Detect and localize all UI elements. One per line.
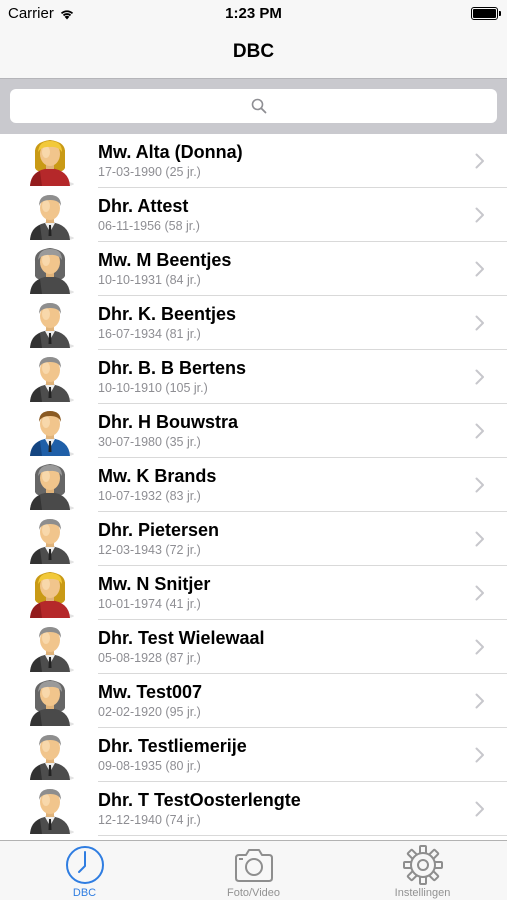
patient-name: Mw. M Beentjes — [98, 250, 232, 270]
chevron-right-icon — [475, 585, 484, 601]
tab-dbc[interactable]: DBC — [0, 841, 169, 900]
clock-icon — [64, 845, 106, 885]
patient-birthdate: 12-03-1943 (72 jr.) — [98, 543, 201, 557]
list-item[interactable]: Dhr. H Bouwstra 30-07-1980 (35 jr.) — [0, 404, 507, 458]
chevron-right-icon — [475, 693, 484, 709]
patient-name: Dhr. Attest — [98, 196, 189, 216]
patient-name: Dhr. H Bouwstra — [98, 412, 239, 432]
patient-birthdate: 10-10-1931 (84 jr.) — [98, 273, 201, 287]
female-grey-hair-avatar-icon — [24, 242, 76, 295]
male-brown-hair-avatar-icon — [24, 404, 76, 457]
chevron-right-icon — [475, 531, 484, 547]
chevron-right-icon — [475, 423, 484, 439]
list-item[interactable]: Mw. Test007 02-02-1920 (95 jr.) — [0, 674, 507, 728]
list-item-text: Mw. Alta (Donna) 17-03-1990 (25 jr.) — [98, 134, 507, 188]
patient-birthdate: 06-11-1956 (58 jr.) — [98, 219, 200, 233]
patient-birthdate: 10-10-1910 (105 jr.) — [98, 381, 208, 395]
female-blonde-avatar-icon — [24, 566, 76, 619]
search-bar — [0, 78, 507, 134]
search-input[interactable] — [10, 89, 497, 123]
male-grey-hair-avatar-icon — [24, 620, 76, 673]
patient-birthdate: 10-01-1974 (41 jr.) — [98, 597, 201, 611]
tab-label: DBC — [72, 887, 97, 899]
list-item-text: Dhr. T TestOosterlengte 12-12-1940 (74 jr… — [98, 782, 507, 836]
chevron-right-icon — [475, 369, 484, 385]
tab-label: Foto/Video — [226, 887, 280, 899]
patient-birthdate: 30-07-1980 (35 jr.) — [98, 435, 201, 449]
list-item-text: Mw. N Snitjer 10-01-1974 (41 jr.) — [98, 566, 507, 620]
list-item[interactable]: Dhr. Pietersen 12-03-1943 (72 jr.) — [0, 512, 507, 566]
patient-name: Mw. K Brands — [98, 466, 217, 486]
chevron-right-icon — [475, 153, 484, 169]
battery-icon — [471, 7, 501, 20]
chevron-right-icon — [475, 639, 484, 655]
patient-birthdate: 09-08-1935 (80 jr.) — [98, 759, 201, 773]
patient-birthdate: 12-12-1940 (74 jr.) — [98, 813, 201, 827]
patient-birthdate: 16-07-1934 (81 jr.) — [98, 327, 201, 341]
search-icon — [251, 98, 267, 114]
tab-instellingen[interactable]: Instellingen — [338, 841, 507, 900]
tab-label: Instellingen — [394, 887, 451, 899]
list-item-text: Dhr. Attest 06-11-1956 (58 jr.) — [98, 188, 507, 242]
list-item-text: Dhr. B. B Bertens 10-10-1910 (105 jr.) — [98, 350, 507, 404]
list-item-text: Dhr. H Bouwstra 30-07-1980 (35 jr.) — [98, 404, 507, 458]
male-grey-hair-avatar-icon — [24, 728, 76, 781]
male-grey-hair-avatar-icon — [24, 296, 76, 349]
camera-icon — [233, 845, 275, 885]
patient-name: Dhr. Pietersen — [98, 520, 220, 540]
female-grey-hair-avatar-icon — [24, 674, 76, 727]
patient-birthdate: 10-07-1932 (83 jr.) — [98, 489, 201, 503]
male-grey-hair-avatar-icon — [24, 350, 76, 403]
chevron-right-icon — [475, 477, 484, 493]
female-grey-hair-avatar-icon — [24, 458, 76, 511]
chevron-right-icon — [475, 261, 484, 277]
list-item[interactable]: Dhr. T TestOosterlengte 12-12-1940 (74 jr… — [0, 782, 507, 836]
patient-birthdate: 17-03-1990 (25 jr.) — [98, 165, 201, 179]
list-item-text: Dhr. Testliemerije 09-08-1935 (80 jr.) — [98, 728, 507, 782]
tab-bar: DBC Foto/Video Instellingen — [0, 840, 507, 900]
list-item-text: Dhr. K. Beentjes 16-07-1934 (81 jr.) — [98, 296, 507, 350]
patient-list[interactable]: Mw. Alta (Donna) 17-03-1990 (25 jr.) Dhr.… — [0, 134, 507, 840]
patient-name: Mw. Test007 — [98, 682, 203, 702]
list-item-text: Dhr. Pietersen 12-03-1943 (72 jr.) — [98, 512, 507, 566]
navigation-bar: DBC — [0, 28, 507, 78]
chevron-right-icon — [475, 207, 484, 223]
patient-name: Dhr. B. B Bertens — [98, 358, 247, 378]
patient-name: Dhr. K. Beentjes — [98, 304, 237, 324]
status-bar: Carrier 1:23 PM — [0, 0, 507, 28]
list-item-text: Mw. Test007 02-02-1920 (95 jr.) — [98, 674, 507, 728]
chevron-right-icon — [475, 801, 484, 817]
tab-foto-video[interactable]: Foto/Video — [169, 841, 338, 900]
list-item[interactable]: Dhr. K. Beentjes 16-07-1934 (81 jr.) — [0, 296, 507, 350]
list-item[interactable]: Dhr. Test Wielewaal 05-08-1928 (87 jr.) — [0, 620, 507, 674]
gear-icon — [402, 845, 444, 885]
status-time: 1:23 PM — [225, 5, 282, 22]
chevron-right-icon — [475, 315, 484, 331]
list-item[interactable]: Dhr. Testliemerije 09-08-1935 (80 jr.) — [0, 728, 507, 782]
male-grey-hair-avatar-icon — [24, 512, 76, 565]
list-item[interactable]: Mw. N Snitjer 10-01-1974 (41 jr.) — [0, 566, 507, 620]
female-blonde-avatar-icon — [24, 134, 76, 187]
list-item[interactable]: Mw. K Brands 10-07-1932 (83 jr.) — [0, 458, 507, 512]
patient-birthdate: 02-02-1920 (95 jr.) — [98, 705, 201, 719]
patient-birthdate: 05-08-1928 (87 jr.) — [98, 651, 201, 665]
list-item-text: Mw. K Brands 10-07-1932 (83 jr.) — [98, 458, 507, 512]
list-item[interactable]: Mw. M Beentjes 10-10-1931 (84 jr.) — [0, 242, 507, 296]
list-item-text: Mw. M Beentjes 10-10-1931 (84 jr.) — [98, 242, 507, 296]
patient-name: Dhr. T TestOosterlengte — [98, 790, 301, 810]
list-item[interactable]: Dhr. B. B Bertens 10-10-1910 (105 jr.) — [0, 350, 507, 404]
list-item[interactable]: Dhr. Attest 06-11-1956 (58 jr.) — [0, 188, 507, 242]
list-item[interactable]: Mw. Alta (Donna) 17-03-1990 (25 jr.) — [0, 134, 507, 188]
patient-name: Mw. N Snitjer — [98, 574, 211, 594]
list-item-text: Dhr. Test Wielewaal 05-08-1928 (87 jr.) — [98, 620, 507, 674]
chevron-right-icon — [475, 747, 484, 763]
male-grey-hair-avatar-icon — [24, 188, 76, 241]
male-grey-hair-avatar-icon — [24, 782, 76, 835]
patient-name: Dhr. Test Wielewaal — [98, 628, 265, 648]
patient-name: Dhr. Testliemerije — [98, 736, 247, 756]
page-title: DBC — [232, 41, 275, 62]
patient-name: Mw. Alta (Donna) — [98, 142, 243, 162]
